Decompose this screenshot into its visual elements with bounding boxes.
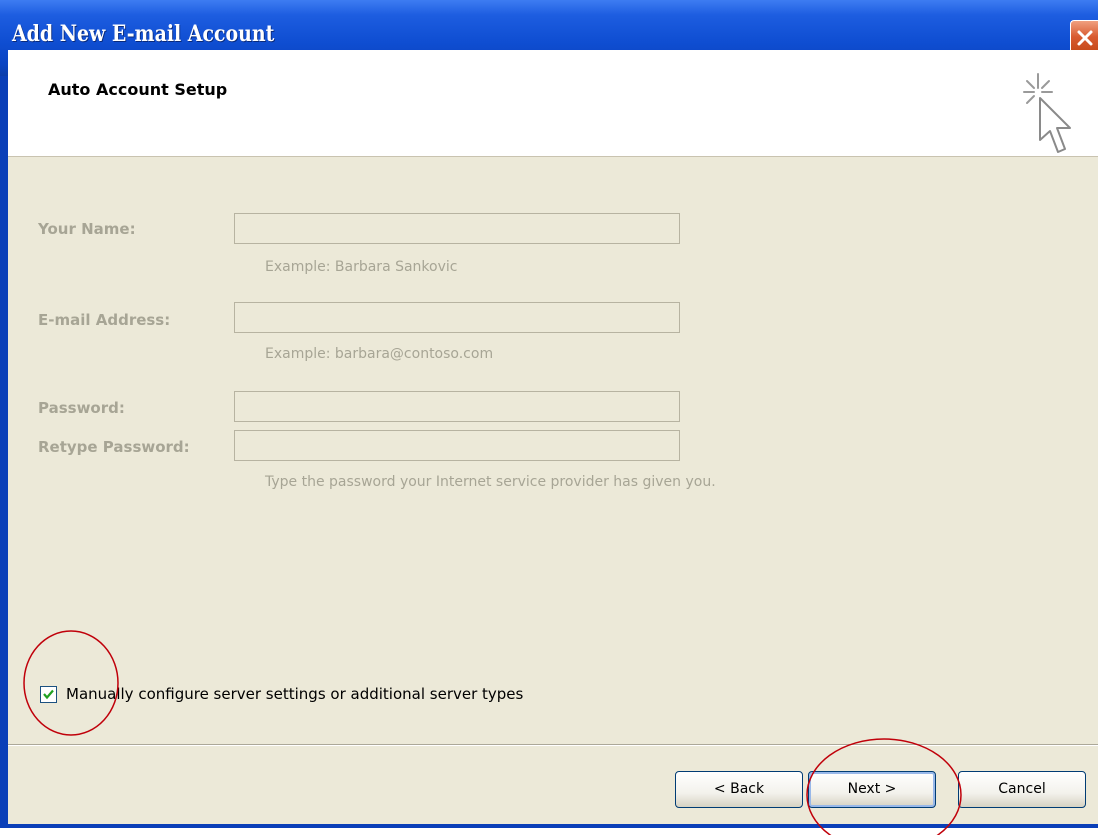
retype-password-label: Retype Password: xyxy=(38,438,190,456)
add-email-account-dialog: Add New E-mail Account Auto Account Setu… xyxy=(0,0,1098,835)
close-button[interactable] xyxy=(1070,20,1098,54)
wizard-header: Auto Account Setup xyxy=(8,50,1098,157)
close-icon xyxy=(1077,30,1093,46)
your-name-hint: Example: Barbara Sankovic xyxy=(265,259,458,275)
manual-config-checkbox[interactable] xyxy=(40,686,57,703)
password-hint: Type the password your Internet service … xyxy=(265,474,716,490)
email-address-label: E-mail Address: xyxy=(38,311,171,329)
checkmark-icon xyxy=(43,689,54,700)
next-button[interactable]: Next > xyxy=(808,771,936,808)
password-field[interactable] xyxy=(234,391,680,422)
password-label: Password: xyxy=(38,399,125,417)
your-name-field[interactable] xyxy=(234,213,680,244)
retype-password-field[interactable] xyxy=(234,430,680,461)
email-address-field[interactable] xyxy=(234,302,680,333)
window-title: Add New E-mail Account xyxy=(12,21,275,47)
footer-separator xyxy=(8,744,1098,746)
cursor-sparkle-icon xyxy=(1023,73,1071,153)
cancel-button[interactable]: Cancel xyxy=(958,771,1086,808)
email-address-hint: Example: barbara@contoso.com xyxy=(265,346,494,362)
your-name-label: Your Name: xyxy=(38,220,136,238)
wizard-content: Your Name: Example: Barbara Sankovic E-m… xyxy=(8,157,1098,824)
page-title: Auto Account Setup xyxy=(48,80,228,99)
back-button[interactable]: < Back xyxy=(675,771,803,808)
manual-config-label[interactable]: Manually configure server settings or ad… xyxy=(66,685,523,703)
